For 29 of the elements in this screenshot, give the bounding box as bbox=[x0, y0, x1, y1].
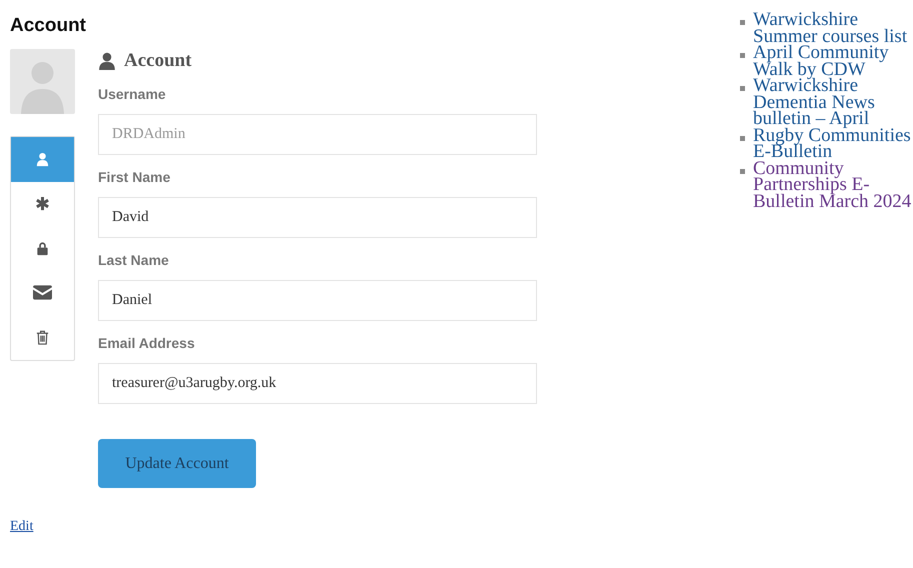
profile-tab[interactable] bbox=[11, 137, 74, 182]
field-label: Email Address bbox=[98, 335, 196, 351]
update-account-button[interactable]: Update Account bbox=[98, 439, 256, 488]
asterisk-icon bbox=[35, 196, 50, 212]
news-link[interactable]: Warwickshire Dementia News bulletin – April bbox=[753, 78, 913, 128]
bullet-icon bbox=[740, 53, 745, 58]
page-title: Account bbox=[10, 15, 87, 37]
text-field[interactable]: Daniel bbox=[98, 280, 537, 321]
user-icon bbox=[98, 51, 116, 71]
edit-link[interactable]: Edit bbox=[10, 519, 34, 535]
news-link[interactable]: Warwickshire Summer courses list bbox=[753, 12, 913, 46]
field-label: Last Name bbox=[98, 252, 170, 268]
bullet-icon bbox=[740, 168, 745, 174]
news-link[interactable]: Rugby Communities E-Bulletin bbox=[753, 128, 913, 161]
bullet-icon bbox=[740, 86, 745, 92]
field-label: First Name bbox=[98, 169, 172, 185]
section-title: Account bbox=[124, 50, 192, 72]
news-link[interactable]: April Community Walk by CDW bbox=[753, 45, 913, 78]
news-link[interactable]: Community Partnerships E-Bulletin March 2024 bbox=[753, 160, 913, 210]
text-field[interactable]: treasurer@u3arugby.org.uk bbox=[98, 363, 537, 404]
trash-icon bbox=[35, 330, 50, 345]
bullet-icon bbox=[740, 20, 745, 25]
user-icon bbox=[35, 152, 50, 167]
envelope-icon bbox=[33, 285, 52, 300]
text-field[interactable]: David bbox=[98, 197, 537, 238]
lock-icon bbox=[35, 240, 50, 256]
field-label: Username bbox=[98, 86, 167, 102]
bullet-icon bbox=[740, 136, 745, 141]
avatar-icon bbox=[10, 49, 75, 114]
